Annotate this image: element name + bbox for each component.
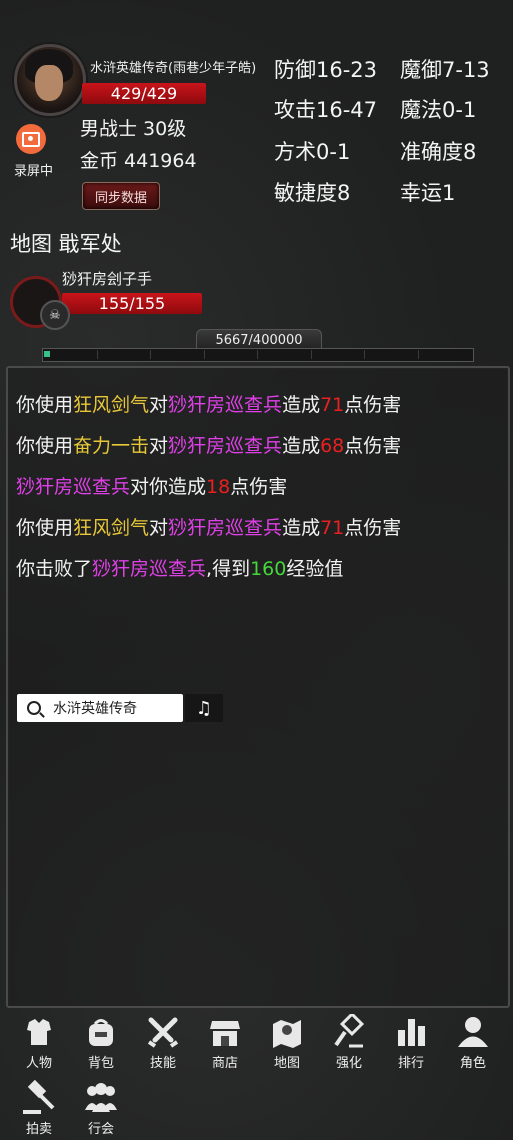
nav-item[interactable]: 人物	[8, 1014, 70, 1071]
stat-luck: 幸运1	[400, 181, 456, 205]
log-text: 点伤害	[344, 435, 402, 457]
battle-log-line: 你使用狂风剑气对猀犴房巡查兵造成71点伤害	[16, 513, 401, 540]
log-text: 造成	[282, 517, 321, 539]
log-text: 对你造成	[130, 476, 207, 498]
user-icon	[455, 1014, 491, 1050]
stat-magic: 魔法0-1	[400, 98, 477, 122]
log-text: 你使用	[16, 435, 74, 457]
stat-accuracy: 准确度8	[400, 140, 477, 164]
player-gold: 金币 441964	[80, 150, 197, 172]
log-text: 点伤害	[344, 517, 402, 539]
nav-item[interactable]: 排行	[380, 1014, 442, 1071]
log-dmg: 18	[206, 476, 231, 498]
gavel-icon	[21, 1080, 57, 1116]
nav-label: 行会	[87, 1122, 114, 1137]
nav-label: 人物	[25, 1056, 52, 1071]
stat-defense: 防御16-23	[274, 58, 378, 82]
sync-data-button[interactable]: 同步数据	[82, 182, 160, 210]
log-enemy: 猀犴房巡查兵	[92, 558, 207, 580]
log-enemy: 猀犴房巡查兵	[168, 394, 283, 416]
nav-label: 拍卖	[25, 1122, 52, 1137]
nav-label: 技能	[149, 1056, 176, 1071]
log-enemy: 猀犴房巡查兵	[16, 476, 131, 498]
player-class-level: 男战士 30级	[80, 118, 187, 140]
battle-log-line: 你使用狂风剑气对猀犴房巡查兵造成71点伤害	[16, 390, 401, 417]
log-dmg: 71	[320, 394, 345, 416]
skull-icon: ☠	[40, 300, 70, 330]
nav-label: 强化	[335, 1056, 362, 1071]
stat-attack: 攻击16-47	[274, 98, 378, 122]
hammer-icon	[331, 1014, 367, 1050]
log-skill: 奋力一击	[73, 435, 150, 457]
nav-item[interactable]: 商店	[194, 1014, 256, 1071]
log-text: 点伤害	[344, 394, 402, 416]
nav-label: 排行	[397, 1056, 424, 1071]
bag-icon	[83, 1014, 119, 1050]
log-enemy: 猀犴房巡查兵	[168, 517, 283, 539]
log-exp: 160	[250, 558, 287, 580]
stat-agility: 敏捷度8	[274, 181, 351, 205]
battle-log-panel[interactable]: 你使用狂风剑气对猀犴房巡查兵造成71点伤害 你使用奋力一击对猀犴房巡查兵造成68点…	[6, 366, 510, 1008]
chart-icon	[393, 1014, 429, 1050]
log-dmg: 71	[320, 517, 345, 539]
battle-log-line: 你使用奋力一击对猀犴房巡查兵造成68点伤害	[16, 431, 401, 458]
battle-log-line: 猀犴房巡查兵对你造成18点伤害	[16, 472, 287, 499]
log-dmg: 68	[320, 435, 345, 457]
nav-label: 商店	[211, 1056, 238, 1071]
log-text: 造成	[282, 394, 321, 416]
log-text: 你使用	[16, 394, 74, 416]
nav-label: 角色	[459, 1056, 486, 1071]
nav-item[interactable]: 强化	[318, 1014, 380, 1071]
nav-item[interactable]: 地图	[256, 1014, 318, 1071]
swords-icon	[145, 1014, 181, 1050]
battle-log-line: 你击败了猀犴房巡查兵,得到160经验值	[16, 554, 343, 581]
player-hp-bar: 429/429	[82, 83, 206, 104]
search-text: 水浒英雄传奇	[53, 701, 137, 717]
log-text: 对	[149, 435, 169, 457]
log-text: 对	[149, 394, 169, 416]
tiktok-icon[interactable]: ♫	[185, 694, 223, 722]
log-text: ,得到	[206, 558, 251, 580]
map-location: 地图 戢军处	[10, 232, 122, 256]
log-text: 点伤害	[230, 476, 288, 498]
armor-icon	[21, 1014, 57, 1050]
map-icon	[269, 1014, 305, 1050]
player-avatar[interactable]	[14, 44, 86, 116]
nav-label: 背包	[87, 1056, 114, 1071]
search-input[interactable]: 水浒英雄传奇	[17, 694, 183, 722]
exp-value: 5667/400000	[196, 329, 322, 350]
group-icon	[83, 1080, 119, 1116]
stat-taoism: 方术0-1	[274, 140, 351, 164]
log-skill: 狂风剑气	[73, 394, 150, 416]
nav-item[interactable]: 行会	[70, 1080, 132, 1137]
nav-item[interactable]: 角色	[442, 1014, 504, 1071]
log-enemy: 猀犴房巡查兵	[168, 435, 283, 457]
nav-item[interactable]: 拍卖	[8, 1080, 70, 1137]
bottom-nav-row-1: 人物 背包 技能 商店 地图 强化 排行 角色	[8, 1014, 512, 1071]
stat-magic-defense: 魔御7-13	[400, 58, 490, 82]
enemy-name: 猀犴房刽子手	[62, 270, 153, 288]
nav-label: 地图	[273, 1056, 300, 1071]
log-text: 造成	[282, 435, 321, 457]
nav-item[interactable]: 背包	[70, 1014, 132, 1071]
exp-progress-bar	[42, 348, 474, 362]
log-text: 你使用	[16, 517, 74, 539]
log-text: 对	[149, 517, 169, 539]
screen-record-icon[interactable]	[16, 124, 46, 154]
nav-item[interactable]: 技能	[132, 1014, 194, 1071]
enemy-hp-bar: 155/155	[62, 293, 202, 314]
bottom-nav-row-2: 拍卖 行会	[8, 1080, 512, 1137]
shop-icon	[207, 1014, 243, 1050]
log-text: 你击败了	[16, 558, 93, 580]
record-label: 录屏中	[14, 164, 54, 179]
player-name: 水浒英雄传奇(雨巷少年子皓)	[90, 61, 257, 76]
search-icon	[27, 701, 41, 715]
log-skill: 狂风剑气	[73, 517, 150, 539]
log-text: 经验值	[286, 558, 344, 580]
